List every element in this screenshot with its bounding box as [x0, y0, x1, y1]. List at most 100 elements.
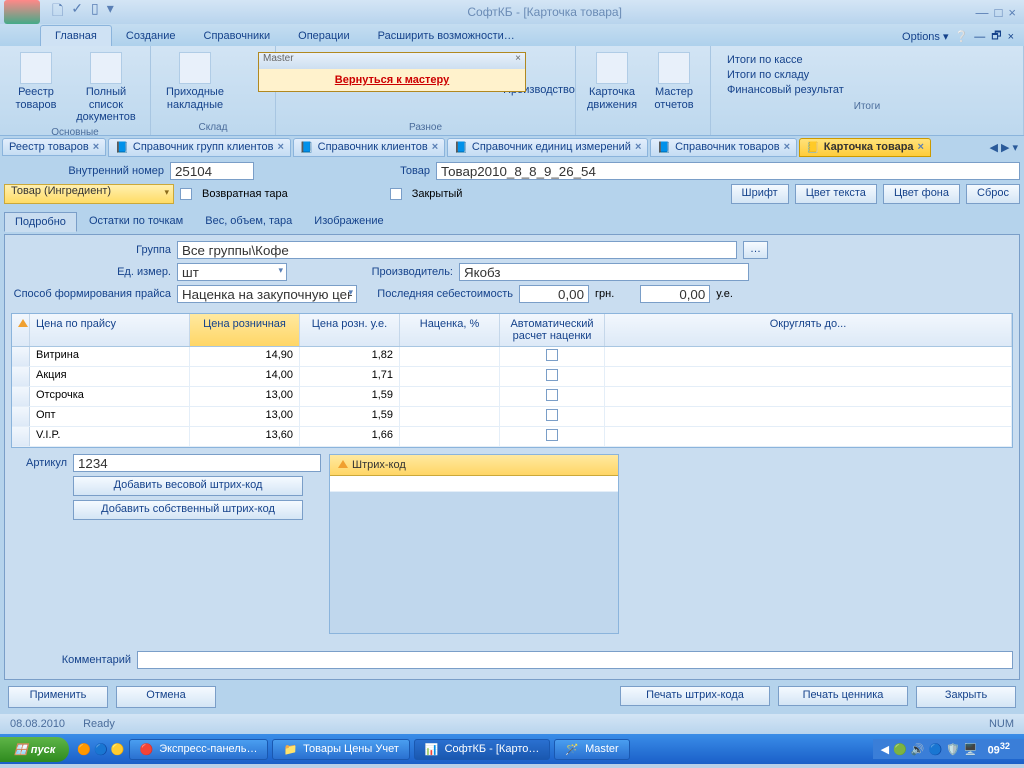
reset-button[interactable]: Сброс	[966, 184, 1020, 204]
last-cost-grn-input[interactable]	[519, 285, 589, 303]
price-auto[interactable]	[500, 427, 605, 446]
tray-clock[interactable]: 0932	[982, 741, 1016, 757]
ribbon-link-stock-totals[interactable]: Итоги по складу	[727, 69, 1007, 81]
price-retail[interactable]: 13,00	[190, 387, 300, 406]
doctab-units[interactable]: 📘Справочник единиц измерений×	[447, 138, 648, 157]
tabs-next-icon[interactable]: ▶	[1001, 141, 1009, 154]
producer-input[interactable]	[459, 263, 749, 281]
apply-button[interactable]: Применить	[8, 686, 108, 708]
ribbon-btn-fulllist[interactable]: Полный список документов	[70, 50, 142, 126]
ribbon-btn-report-wizard[interactable]: Мастер отчетов	[646, 50, 702, 121]
tab-close-icon[interactable]: ×	[918, 141, 924, 153]
price-retail-ue[interactable]: 1,59	[300, 387, 400, 406]
tab-close-icon[interactable]: ×	[635, 141, 641, 153]
tab-dictionaries[interactable]: Справочники	[190, 26, 285, 46]
price-markup[interactable]	[400, 407, 500, 426]
text-color-button[interactable]: Цвет текста	[795, 184, 877, 204]
subtab-weight[interactable]: Вес, объем, тара	[195, 212, 302, 232]
tab-extend[interactable]: Расширить возможности…	[364, 26, 529, 46]
minimize-button[interactable]: —	[976, 5, 989, 20]
price-row[interactable]: Опт13,001,59	[12, 407, 1012, 427]
mdi-close-icon[interactable]: ×	[1008, 31, 1014, 43]
price-round[interactable]	[605, 367, 1012, 386]
tab-close-icon[interactable]: ×	[277, 141, 283, 153]
print-barcode-button[interactable]: Печать штрих-кода	[620, 686, 770, 706]
col-auto-markup[interactable]: Автоматический расчет наценки	[500, 314, 605, 346]
help-icon[interactable]: ❔	[955, 30, 969, 43]
price-retail-ue[interactable]: 1,82	[300, 347, 400, 366]
price-markup[interactable]	[400, 387, 500, 406]
master-return-link[interactable]: Вернуться к мастеру	[259, 69, 525, 91]
ribbon-link-fin-result[interactable]: Финансовый результат	[727, 84, 1007, 96]
tray-icon[interactable]: ◀	[881, 743, 889, 756]
ribbon-btn-movement[interactable]: Карточка движения	[584, 50, 640, 121]
tab-main[interactable]: Главная	[40, 25, 112, 46]
mdi-restore-icon[interactable]: 🗗	[991, 27, 1001, 46]
group-browse-button[interactable]: …	[743, 241, 768, 259]
closed-checkbox[interactable]	[390, 188, 402, 200]
product-type-dropdown[interactable]: Товар (Ингредиент)	[4, 184, 174, 204]
group-input[interactable]	[177, 241, 737, 259]
doctab-registry[interactable]: Реестр товаров×	[2, 138, 106, 156]
price-auto[interactable]	[500, 347, 605, 366]
mdi-minimize-icon[interactable]: —	[974, 31, 985, 43]
col-retail-ue[interactable]: Цена розн. у.е.	[300, 314, 400, 346]
price-row[interactable]: V.I.P.13,601,66	[12, 427, 1012, 447]
taskbar-item-folder[interactable]: 📁 Товары Цены Учет	[272, 739, 409, 760]
close-button[interactable]: ×	[1008, 5, 1016, 20]
comment-input[interactable]	[137, 651, 1013, 669]
ribbon-link-cash-totals[interactable]: Итоги по кассе	[727, 54, 1007, 66]
qat-bookmark-icon[interactable]: ▯	[91, 0, 99, 24]
subtab-details[interactable]: Подробно	[4, 212, 77, 232]
ribbon-btn-incoming[interactable]: Приходные накладные	[159, 50, 231, 121]
bg-color-button[interactable]: Цвет фона	[883, 184, 960, 204]
tray-icon[interactable]: 🖥️	[964, 743, 978, 756]
qat-check-icon[interactable]: ✓	[71, 0, 83, 24]
start-button[interactable]: 🪟 пуск	[0, 737, 69, 762]
doctab-client-groups[interactable]: 📘Справочник групп клиентов×	[108, 138, 291, 157]
price-markup[interactable]	[400, 367, 500, 386]
doctab-products[interactable]: 📘Справочник товаров×	[650, 138, 797, 157]
return-tara-checkbox[interactable]	[180, 188, 192, 200]
product-name-input[interactable]	[436, 162, 1020, 180]
close-card-button[interactable]: Закрыть	[916, 686, 1016, 708]
tray-icon[interactable]: 🟢	[893, 743, 907, 756]
price-markup[interactable]	[400, 427, 500, 446]
system-tray[interactable]: ◀ 🟢 🔊 🔵 🛡️ 🖥️ 0932	[873, 739, 1024, 759]
font-button[interactable]: Шрифт	[731, 184, 789, 204]
price-retail[interactable]: 14,00	[190, 367, 300, 386]
tab-close-icon[interactable]: ×	[784, 141, 790, 153]
price-round[interactable]	[605, 427, 1012, 446]
tray-icon[interactable]: 🔊	[911, 743, 925, 756]
price-round[interactable]	[605, 347, 1012, 366]
price-retail-ue[interactable]: 1,66	[300, 427, 400, 446]
master-close-icon[interactable]: ×	[515, 53, 521, 69]
last-cost-ue-input[interactable]	[640, 285, 710, 303]
tab-create[interactable]: Создание	[112, 26, 190, 46]
maximize-button[interactable]: □	[995, 5, 1003, 20]
taskbar-item-master[interactable]: 🪄 Master	[554, 739, 629, 760]
tabs-menu-icon[interactable]: ▾	[1012, 141, 1018, 154]
qat-new-icon[interactable]: 🗋	[52, 0, 63, 24]
price-row[interactable]: Отсрочка13,001,59	[12, 387, 1012, 407]
tabs-prev-icon[interactable]: ◀	[990, 141, 998, 154]
price-auto[interactable]	[500, 407, 605, 426]
doctab-clients[interactable]: 📘Справочник клиентов×	[293, 138, 445, 157]
add-own-barcode-button[interactable]: Добавить собственный штрих-код	[73, 500, 303, 520]
barcode-empty-row[interactable]	[330, 476, 618, 492]
qat-dropdown-icon[interactable]: ▾	[107, 0, 114, 24]
col-price-name[interactable]: Цена по прайсу	[30, 314, 190, 346]
article-input[interactable]	[73, 454, 321, 472]
inner-number-input[interactable]	[170, 162, 254, 180]
price-auto[interactable]	[500, 387, 605, 406]
col-markup[interactable]: Наценка, %	[400, 314, 500, 346]
subtab-stock[interactable]: Остатки по точкам	[79, 212, 193, 232]
taskbar-item-softkb[interactable]: 📊 СофтКБ - [Карто…	[414, 739, 551, 760]
subtab-image[interactable]: Изображение	[304, 212, 393, 232]
price-row[interactable]: Акция14,001,71	[12, 367, 1012, 387]
price-retail-ue[interactable]: 1,59	[300, 407, 400, 426]
doctab-product-card[interactable]: 📒Карточка товара×	[799, 138, 931, 157]
options-dropdown[interactable]: Options ▾	[902, 30, 949, 43]
price-round[interactable]	[605, 387, 1012, 406]
price-markup[interactable]	[400, 347, 500, 366]
